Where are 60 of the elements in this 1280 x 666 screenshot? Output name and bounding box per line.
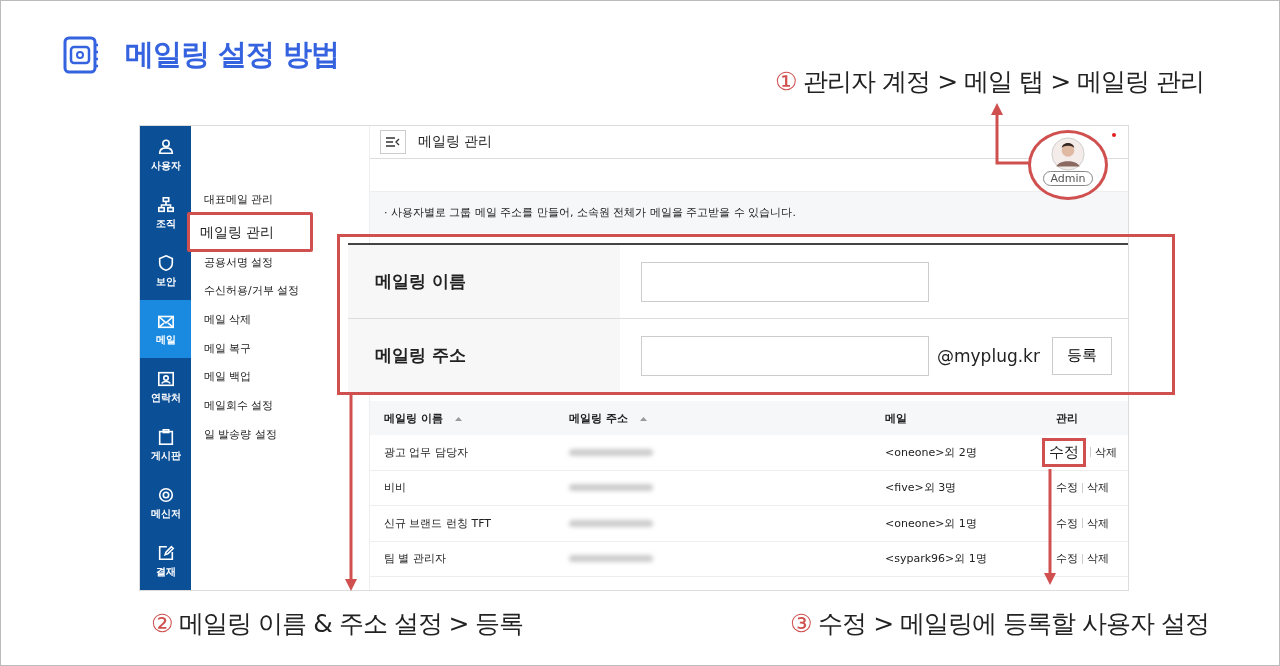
delete-link[interactable]: 삭제: [1087, 551, 1109, 567]
user-badge: Admin: [1043, 171, 1093, 186]
nav-item[interactable]: 연락처: [140, 358, 191, 416]
board-icon: [156, 427, 175, 446]
edit-link[interactable]: 수정: [1056, 515, 1078, 531]
edit-link[interactable]: 수정: [1056, 551, 1078, 567]
delete-link[interactable]: 삭제: [1095, 444, 1117, 460]
table-cell-text: <oneone>외 2명: [884, 444, 978, 460]
page-title: 메일링 설정 방법: [125, 36, 340, 73]
input-field[interactable]: [641, 335, 929, 376]
table-cell-text: 광고 업무 담당자: [383, 444, 469, 460]
submenu-item[interactable]: 메일 복구: [191, 334, 252, 364]
nav-item[interactable]: 결재: [140, 532, 191, 590]
register-button[interactable]: 등록: [1051, 336, 1112, 375]
step-caption: ② 메일링 이름 & 주소 설정 > 등록: [151, 608, 524, 640]
submenu-item[interactable]: 일 발송량 설정: [191, 420, 277, 450]
user-icon: [156, 137, 175, 156]
approval-icon: [156, 543, 175, 562]
notice-text: · 사용자별로 그룹 메일 주소를 만들어, 소속원 전체가 메일을 주고받을 수 있습니다.: [370, 191, 1128, 233]
header-title: 메일링 관리: [418, 133, 493, 151]
field-label: 메일링 주소: [348, 319, 620, 392]
address-book-icon: [61, 35, 101, 75]
table-cell-text: 팀 별 관리자: [383, 551, 447, 567]
nav-item[interactable]: 메일: [140, 300, 191, 358]
table-cell-text: <five>외 3명: [884, 480, 958, 496]
table-cell-text: <sypark96>외 1명: [884, 551, 988, 567]
delete-link[interactable]: 삭제: [1087, 515, 1109, 531]
submenu-item[interactable]: 수신허용/거부 설정: [191, 277, 300, 307]
domain-text: @myplug.kr: [937, 345, 1040, 366]
column-header[interactable]: 메일링 이름: [384, 410, 464, 426]
notification-dot: [1112, 133, 1116, 137]
org-icon: [156, 195, 175, 214]
nav-item[interactable]: 사용자: [140, 126, 191, 184]
edit-link[interactable]: 수정: [1056, 480, 1078, 496]
messenger-icon: [156, 485, 175, 504]
contact-icon: [156, 369, 175, 388]
collapse-menu-button[interactable]: [380, 130, 406, 154]
step-caption: ① 관리자 계정 > 메일 탭 > 메일링 관리: [775, 66, 1204, 98]
avatar[interactable]: [1051, 137, 1085, 171]
submenu-item[interactable]: 메일링 관리: [187, 211, 313, 252]
column-header[interactable]: 메일링 주소: [569, 410, 649, 426]
nav-item[interactable]: 메신저: [140, 474, 191, 532]
edit-link[interactable]: 수정: [1042, 437, 1086, 467]
menu-icon: [386, 137, 400, 147]
sort-icon: [454, 415, 462, 421]
shield-icon: [156, 253, 175, 272]
field-label: 메일링 이름: [348, 245, 620, 318]
step-caption: ③ 수정 > 메일링에 등록할 사용자 설정: [789, 608, 1209, 640]
delete-link[interactable]: 삭제: [1087, 480, 1109, 496]
table-cell-text: 비비: [383, 480, 407, 496]
table-cell-text: 신규 브랜드 런칭 TFT: [383, 515, 493, 531]
column-header[interactable]: 메일: [885, 410, 907, 426]
submenu-item[interactable]: 메일 백업: [191, 363, 252, 393]
submenu-item[interactable]: 메일 삭제: [191, 306, 252, 335]
submenu-item[interactable]: 메일회수 설정: [191, 392, 274, 421]
table-cell-text: <oneone>외 1명: [884, 515, 978, 531]
nav-item[interactable]: 게시판: [140, 416, 191, 474]
column-header[interactable]: 관리: [1056, 410, 1078, 426]
input-field[interactable]: [641, 261, 929, 302]
sort-icon: [639, 415, 647, 421]
